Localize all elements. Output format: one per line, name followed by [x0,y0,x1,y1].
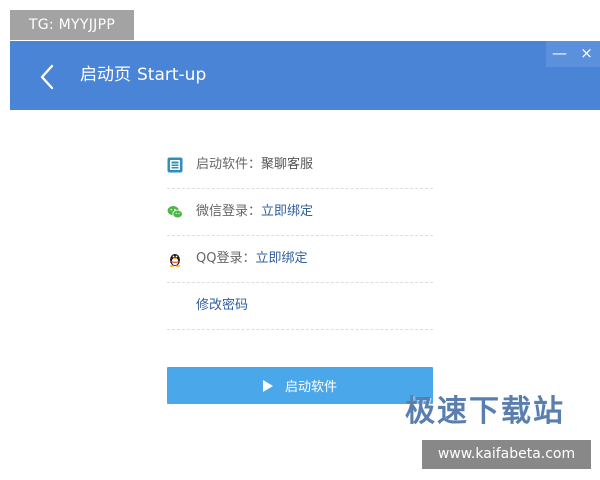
page-title-en: Start-up [137,65,207,85]
wechat-icon [167,206,183,219]
app-logo-icon [167,157,183,173]
settings-list: 启动软件：聚聊客服 微信登录：立即绑定 QQ登录：立即绑定 修改密码 [167,142,433,330]
window-controls: — × [546,41,600,67]
list-item-qq-login: QQ登录：立即绑定 [167,236,433,283]
minimize-button[interactable]: — [546,41,573,67]
wechat-login-text: 微信登录：立即绑定 [196,202,313,222]
startup-app-value: 聚聊客服 [261,157,314,172]
app-window: 启动页 Start-up — × 启动软件：聚聊客服 微信登录：立即绑定 QQ登… [0,0,600,480]
page-title: 启动页 Start-up [80,63,206,87]
page-title-cn: 启动页 [80,65,131,85]
close-button[interactable]: × [573,41,600,67]
change-password-link[interactable]: 修改密码 [196,296,248,316]
wechat-login-label: 微信登录 [196,204,249,219]
wechat-login-separator: ： [248,204,262,219]
tg-watermark: TG: MYYJJPP [10,10,134,40]
site-url-watermark: www.kaifabeta.com [422,440,591,469]
list-item-wechat-login: 微信登录：立即绑定 [167,189,433,236]
qq-login-label: QQ登录 [196,251,243,266]
wechat-bind-link[interactable]: 立即绑定 [261,204,313,219]
list-item-startup-app: 启动软件：聚聊客服 [167,142,433,189]
startup-app-label: 启动软件 [196,157,249,172]
start-app-button[interactable]: 启动软件 [167,367,433,404]
startup-app-separator: ： [248,157,262,172]
play-icon [262,379,273,392]
startup-app-text: 启动软件：聚聊客服 [196,155,313,175]
qq-bind-link[interactable]: 立即绑定 [255,251,307,266]
back-arrow-icon[interactable] [36,61,60,93]
site-brand-watermark: 极速下载站 [405,394,565,429]
qq-login-text: QQ登录：立即绑定 [196,249,308,269]
list-item-change-password: 修改密码 [167,283,433,330]
qq-penguin-icon [170,254,180,267]
qq-login-separator: ： [242,251,256,266]
title-bar: 启动页 Start-up — × [10,41,600,110]
start-app-button-label: 启动软件 [284,380,337,395]
